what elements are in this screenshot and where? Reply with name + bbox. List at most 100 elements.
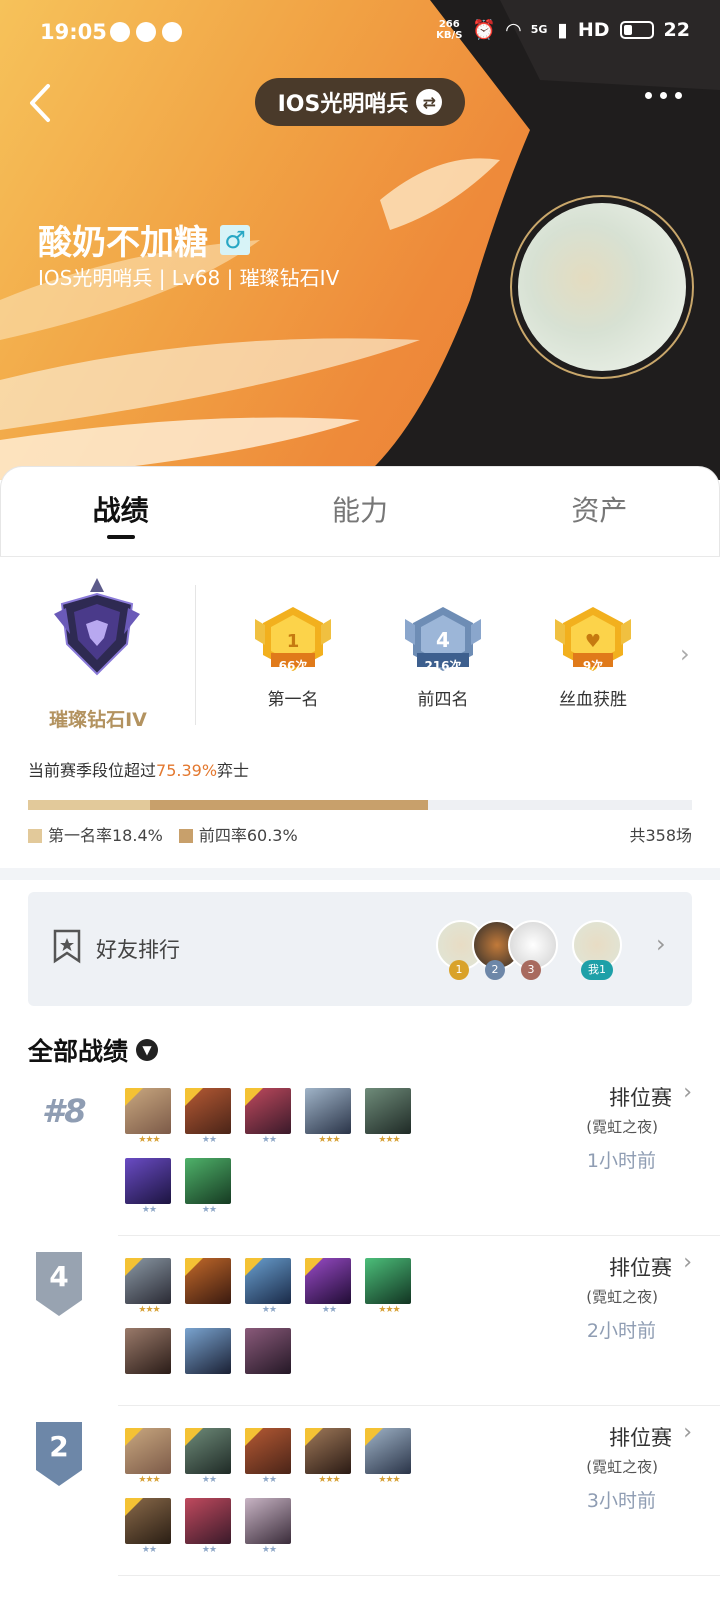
avatar-image bbox=[518, 203, 686, 371]
friend-rank-badge: 1 bbox=[449, 960, 469, 980]
champion-unit: ★★★ bbox=[365, 1088, 413, 1150]
champion-portrait bbox=[365, 1258, 411, 1304]
all-records-title: 全部战绩 bbox=[28, 1037, 129, 1066]
badge-count: 216次 bbox=[424, 659, 462, 673]
champion-star-level: ★★★ bbox=[378, 1305, 400, 1315]
match-record[interactable]: 4 ★★★ ★★ ★★ ★★★ 排位赛 (霓虹之夜) 2小时前 › bbox=[0, 1234, 720, 1406]
more-options-button[interactable] bbox=[645, 92, 682, 99]
match-mode: (霓虹之夜) bbox=[586, 1458, 658, 1476]
rate-legend: 第一名率18.4% 前四率60.3% bbox=[28, 822, 298, 846]
placement-flag-icon: 2 bbox=[36, 1422, 82, 1486]
item-corner-icon bbox=[305, 1428, 323, 1446]
champion-portrait bbox=[185, 1428, 231, 1474]
tab-ability[interactable]: 能力 bbox=[240, 467, 479, 556]
badge-top-four[interactable]: 4 216次 前四名 bbox=[388, 605, 498, 710]
item-corner-icon bbox=[185, 1428, 203, 1446]
champion-portrait bbox=[185, 1158, 231, 1204]
champion-portrait bbox=[305, 1428, 351, 1474]
badge-first-place[interactable]: 1 66次 第一名 bbox=[238, 605, 348, 710]
tab-records[interactable]: 战绩 bbox=[1, 467, 240, 556]
match-time: 2小时前 bbox=[586, 1320, 656, 1342]
match-placement: 4 bbox=[49, 1260, 69, 1293]
player-name-row: 酸奶不加糖 ♂ bbox=[38, 215, 250, 264]
champion-unit: ★★★ bbox=[125, 1258, 173, 1320]
status-bar: 19:05 266 KB/S ⏰ ◠ 5G ▮ HD 22 bbox=[0, 0, 720, 64]
svg-text:1: 1 bbox=[287, 631, 300, 652]
my-rank-badge: 我1 bbox=[581, 960, 613, 980]
champion-unit: ★★ bbox=[245, 1498, 293, 1560]
champion-unit: ★★★ bbox=[125, 1088, 173, 1150]
champion-portrait bbox=[245, 1258, 291, 1304]
item-corner-icon bbox=[125, 1258, 143, 1276]
tab-assets[interactable]: 资产 bbox=[480, 467, 719, 556]
item-corner-icon bbox=[245, 1428, 263, 1446]
status-time: 19:05 bbox=[40, 20, 107, 44]
svg-text:4: 4 bbox=[436, 628, 450, 652]
chevron-right-icon: › bbox=[683, 1080, 692, 1105]
item-corner-icon bbox=[125, 1428, 143, 1446]
champion-unit bbox=[125, 1328, 173, 1390]
champion-star-level: ★★ bbox=[261, 1135, 277, 1145]
player-name: 酸奶不加糖 bbox=[38, 223, 208, 263]
svg-text:♥: ♥ bbox=[585, 631, 601, 652]
champion-star-level: ★★★ bbox=[318, 1135, 340, 1145]
champion-star-level: ★★ bbox=[321, 1305, 337, 1315]
champion-star-level: ★★★ bbox=[318, 1475, 340, 1485]
friend-rank-badge: 3 bbox=[521, 960, 541, 980]
friend-rank-badge: 2 bbox=[485, 960, 505, 980]
more-dot-icon bbox=[645, 92, 652, 99]
alarm-icon: ⏰ bbox=[472, 19, 497, 41]
badge-low-hp-win[interactable]: ♥ 9次 丝血获胜 bbox=[538, 605, 648, 710]
friend-ranking-card[interactable]: 好友排行 1 2 3 我1 › bbox=[28, 892, 692, 1006]
champion-portrait bbox=[365, 1428, 411, 1474]
chevron-down-icon: ▼ bbox=[136, 1039, 159, 1061]
legend-swatch bbox=[178, 829, 193, 843]
champion-unit: ★★ bbox=[245, 1258, 293, 1320]
champion-portrait bbox=[185, 1498, 231, 1544]
champion-unit: ★★ bbox=[185, 1158, 233, 1220]
message-notification-icon bbox=[136, 22, 156, 42]
champion-portrait bbox=[125, 1158, 171, 1204]
champion-unit: ★★ bbox=[305, 1258, 353, 1320]
champion-unit bbox=[185, 1258, 233, 1320]
champion-star-level: ★★ bbox=[141, 1205, 157, 1215]
exceed-percent: 75.39% bbox=[156, 761, 218, 780]
more-dot-icon bbox=[660, 92, 667, 99]
chevron-right-icon: › bbox=[683, 1250, 692, 1275]
network-speed: 266 KB/S bbox=[436, 18, 463, 41]
avatar[interactable] bbox=[518, 203, 686, 371]
match-mode: (霓虹之夜) bbox=[586, 1288, 658, 1306]
champion-star-level: ★★ bbox=[201, 1135, 217, 1145]
champion-unit: ★★★ bbox=[125, 1428, 173, 1490]
male-gender-icon: ♂ bbox=[220, 224, 250, 255]
diamond-rank-emblem-icon bbox=[54, 578, 140, 676]
champion-unit bbox=[245, 1328, 293, 1390]
all-records-filter[interactable]: 全部战绩 ▼ bbox=[28, 1032, 159, 1068]
season-exceed-text: 当前赛季段位超过75.39%弈士 bbox=[28, 761, 250, 780]
champion-unit: ★★ bbox=[245, 1088, 293, 1150]
item-corner-icon bbox=[125, 1498, 143, 1516]
champion-star-level: ★★★ bbox=[138, 1475, 160, 1485]
match-record[interactable]: 2 ★★★ ★★ ★★ ★★★ ★★★ ★★ ★★ ★★ 排位赛 (霓虹之夜) 3小时前 › bbox=[0, 1404, 720, 1576]
badge-label: 第一名 bbox=[267, 690, 319, 710]
bookmark-star-icon bbox=[53, 929, 81, 964]
match-placement: 2 bbox=[49, 1430, 69, 1463]
item-corner-icon bbox=[305, 1258, 323, 1276]
server-switch-button[interactable]: IOS光明哨兵 ⇄ bbox=[255, 78, 465, 126]
champion-portrait bbox=[245, 1088, 291, 1134]
champion-portrait bbox=[125, 1428, 171, 1474]
item-corner-icon bbox=[125, 1088, 143, 1106]
more-dot-icon bbox=[675, 92, 682, 99]
badge-label: 丝血获胜 bbox=[559, 690, 627, 710]
match-record[interactable]: #8 ★★★ ★★ ★★ ★★★ ★★★ ★★ ★★ 排位赛 (霓虹之夜) 1小时前 › bbox=[0, 1064, 720, 1236]
match-type: 排位赛 bbox=[609, 1426, 672, 1450]
back-button[interactable] bbox=[24, 78, 64, 128]
wifi-icon: ◠ bbox=[506, 18, 521, 41]
hd-label: HD bbox=[577, 18, 610, 41]
total-games: 共358场 bbox=[629, 826, 692, 845]
switch-icon: ⇄ bbox=[416, 89, 443, 115]
champion-star-level: ★★ bbox=[201, 1545, 217, 1555]
champion-portrait bbox=[305, 1088, 351, 1134]
champion-unit: ★★★ bbox=[305, 1428, 353, 1490]
badges-more-chevron-icon[interactable]: › bbox=[680, 640, 690, 668]
